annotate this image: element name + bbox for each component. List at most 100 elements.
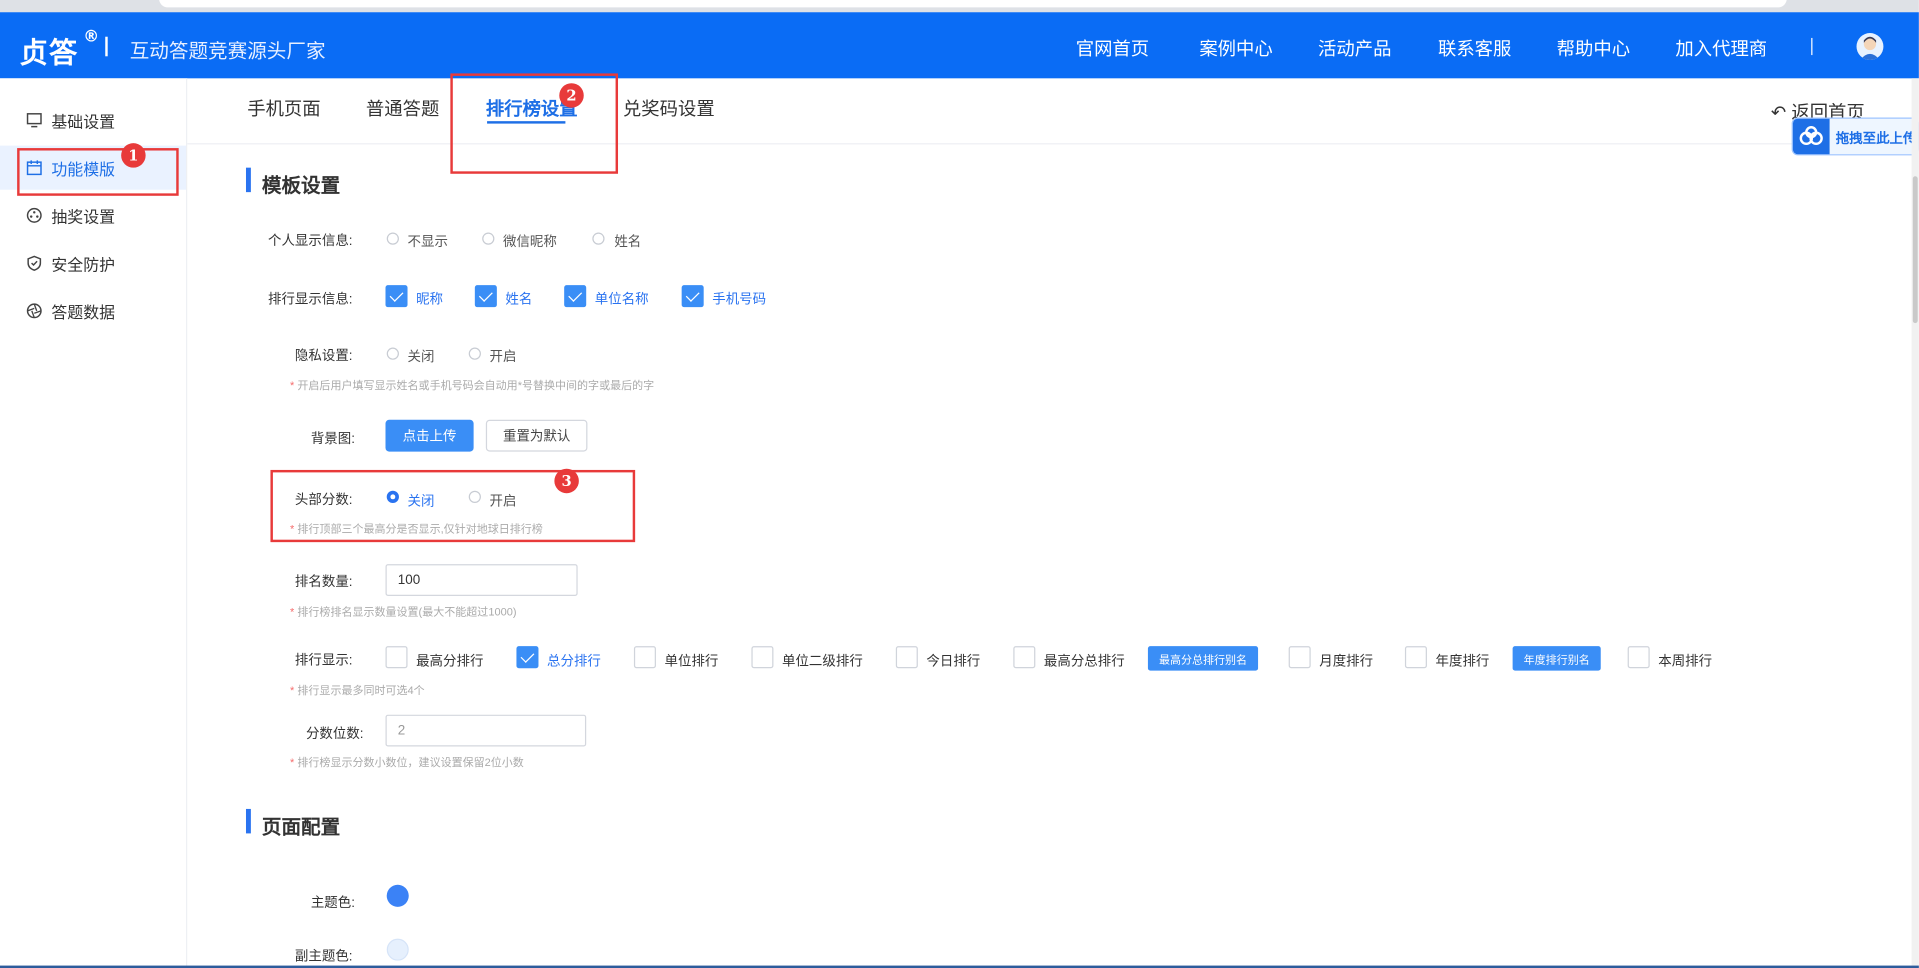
nav-join-agent[interactable]: 加入代理商 (1675, 35, 1767, 61)
rank-count-input[interactable]: 100 (385, 564, 578, 596)
rank-display-label: 排行显示: (294, 653, 353, 669)
personal-info-option-name[interactable]: 姓名 (614, 231, 641, 251)
head-score-radio-off[interactable] (386, 490, 399, 503)
nav-divider (1811, 37, 1813, 56)
page-config-section-title: 页面配置 (245, 808, 340, 839)
head-score-option-off[interactable]: 关闭 (408, 491, 435, 511)
rank-info-option-name[interactable]: 姓名 (505, 289, 532, 309)
rank-info-option-unit[interactable]: 单位名称 (595, 289, 649, 309)
sidebar-item-basic-settings[interactable]: 基础设置 (0, 98, 186, 142)
head-score-hint: 排行顶部三个最高分是否显示,仅针对地球日排行榜 (290, 520, 542, 536)
tabs-divider (187, 143, 1919, 145)
sidebar-item-label: 抽奖设置 (51, 207, 116, 226)
rank-display-option-weekly[interactable]: 本周排行 (1658, 651, 1712, 671)
nav-customer-service[interactable]: 联系客服 (1438, 35, 1511, 61)
aperture-icon (26, 302, 43, 319)
personal-info-radio-name[interactable] (592, 232, 605, 245)
sidebar-item-lottery-settings[interactable]: 抽奖设置 (0, 193, 186, 237)
reset-background-button[interactable]: 重置为默认 (485, 419, 588, 452)
template-section-title: 模板设置 (245, 167, 340, 198)
rank-display-option-high-score[interactable]: 最高分排行 (416, 651, 483, 671)
yearly-alias-tag[interactable]: 年度排行别名 (1512, 646, 1601, 671)
sidebar-item-label: 基础设置 (51, 111, 116, 131)
rank-info-option-nickname[interactable]: 昵称 (416, 289, 443, 309)
annotation-badge-1: 1 (121, 143, 146, 168)
rank-display-option-monthly[interactable]: 月度排行 (1319, 651, 1373, 671)
rank-display-checkbox-today[interactable] (895, 646, 918, 669)
browser-top-strip (0, 0, 1919, 13)
background-label: 背景图: (310, 432, 355, 447)
high-score-total-alias-tag[interactable]: 最高分总排行别名 (1147, 646, 1259, 671)
scrollbar-thumb[interactable] (1912, 176, 1918, 324)
personal-info-radio-wechat[interactable] (482, 232, 495, 245)
tab-normal-quiz[interactable]: 普通答题 (366, 95, 439, 121)
rank-display-checkbox-high-score[interactable] (385, 646, 408, 669)
sidebar-item-answer-data[interactable]: 答题数据 (0, 289, 186, 333)
rank-display-option-unit[interactable]: 单位排行 (665, 651, 719, 671)
privacy-label: 隐私设置: (294, 348, 353, 364)
privacy-option-off[interactable]: 关闭 (408, 346, 435, 366)
rank-count-hint: 排行榜排名显示数量设置(最大不能超过1000) (290, 603, 516, 619)
rank-display-option-high-score-total[interactable]: 最高分总排行 (1044, 651, 1125, 671)
sidebar-item-label: 安全防护 (51, 255, 116, 274)
rank-display-option-unit-level2[interactable]: 单位二级排行 (782, 651, 863, 671)
lottery-wheel-icon (26, 207, 43, 224)
top-header: 贞答® 互动答题竞赛源头厂家 官网首页 案例中心 活动产品 联系客服 帮助中心 … (0, 12, 1919, 79)
annotation-badge-2: 2 (559, 83, 584, 108)
rank-info-checkbox-name[interactable] (474, 285, 497, 308)
rank-info-label: 排行显示信息: (268, 292, 353, 308)
privacy-radio-off[interactable] (386, 347, 399, 360)
rank-display-checkbox-unit[interactable] (633, 646, 656, 669)
brand-logo[interactable]: 贞答® (20, 29, 101, 71)
rank-display-checkbox-total-score[interactable] (516, 646, 539, 669)
personal-info-option-wechat[interactable]: 微信昵称 (503, 231, 557, 251)
shield-icon (26, 255, 43, 272)
head-score-option-on[interactable]: 开启 (490, 491, 517, 511)
tab-mobile-page[interactable]: 手机页面 (247, 95, 320, 121)
decimals-hint: 排行榜显示分数小数位，建议设置保留2位小数 (290, 754, 523, 770)
annotation-box-1 (17, 148, 179, 196)
sub-theme-color-swatch[interactable] (386, 938, 409, 961)
nav-cases[interactable]: 案例中心 (1199, 35, 1272, 61)
rank-display-checkbox-yearly[interactable] (1404, 646, 1427, 669)
rank-display-hint: 排行显示最多同时可选4个 (290, 682, 424, 698)
nav-home[interactable]: 官网首页 (1076, 35, 1149, 61)
nav-products[interactable]: 活动产品 (1318, 35, 1391, 61)
personal-info-option-none[interactable]: 不显示 (408, 231, 448, 251)
rank-info-checkbox-unit[interactable] (564, 285, 587, 308)
rank-count-label: 排名数量: (294, 575, 353, 590)
return-arrow-icon: ↶ (1770, 102, 1787, 124)
drag-upload-label: 拖拽至此上传 (1835, 132, 1917, 147)
rank-display-option-yearly[interactable]: 年度排行 (1436, 651, 1490, 671)
privacy-option-on[interactable]: 开启 (490, 346, 517, 366)
rank-info-checkbox-nickname[interactable] (385, 285, 408, 308)
rank-display-checkbox-unit-level2[interactable] (751, 646, 774, 669)
rank-display-option-total-score[interactable]: 总分排行 (547, 651, 601, 671)
nav-help[interactable]: 帮助中心 (1557, 35, 1630, 61)
decimals-input[interactable]: 2 (385, 714, 587, 747)
head-score-radio-on[interactable] (468, 490, 481, 503)
user-avatar[interactable] (1856, 33, 1884, 60)
rank-display-option-today[interactable]: 今日排行 (926, 651, 980, 671)
rank-display-checkbox-high-score-total[interactable] (1013, 646, 1036, 669)
sidebar-item-security[interactable]: 安全防护 (0, 241, 186, 285)
sub-theme-color-label: 副主题色: (294, 949, 353, 965)
drag-upload-widget[interactable]: 拖拽至此上传 (1791, 117, 1919, 156)
rank-info-checkbox-phone[interactable] (681, 285, 704, 308)
tab-redeem-code-settings[interactable]: 兑奖码设置 (623, 95, 715, 121)
personal-info-radio-none[interactable] (386, 232, 399, 245)
sidebar: 基础设置 功能模版 抽奖设置 安全防护 答题数据 (0, 78, 188, 968)
monitor-icon (26, 111, 43, 128)
rank-info-option-phone[interactable]: 手机号码 (712, 289, 766, 309)
annotation-box-2 (450, 73, 619, 174)
upload-background-button[interactable]: 点击上传 (385, 419, 474, 452)
sidebar-item-label: 答题数据 (51, 302, 116, 322)
app-window: 贞答® 互动答题竞赛源头厂家 官网首页 案例中心 活动产品 联系客服 帮助中心 … (0, 0, 1919, 968)
theme-color-swatch[interactable] (386, 884, 409, 907)
privacy-radio-on[interactable] (468, 347, 481, 360)
rank-display-checkbox-monthly[interactable] (1288, 646, 1311, 669)
privacy-hint: 开启后用户填写显示姓名或手机号码会自动用*号替换中间的字或最后的字 (290, 377, 654, 393)
page-scrollbar[interactable] (1911, 78, 1919, 968)
rank-display-checkbox-weekly[interactable] (1627, 646, 1650, 669)
theme-color-label: 主题色: (310, 895, 355, 911)
